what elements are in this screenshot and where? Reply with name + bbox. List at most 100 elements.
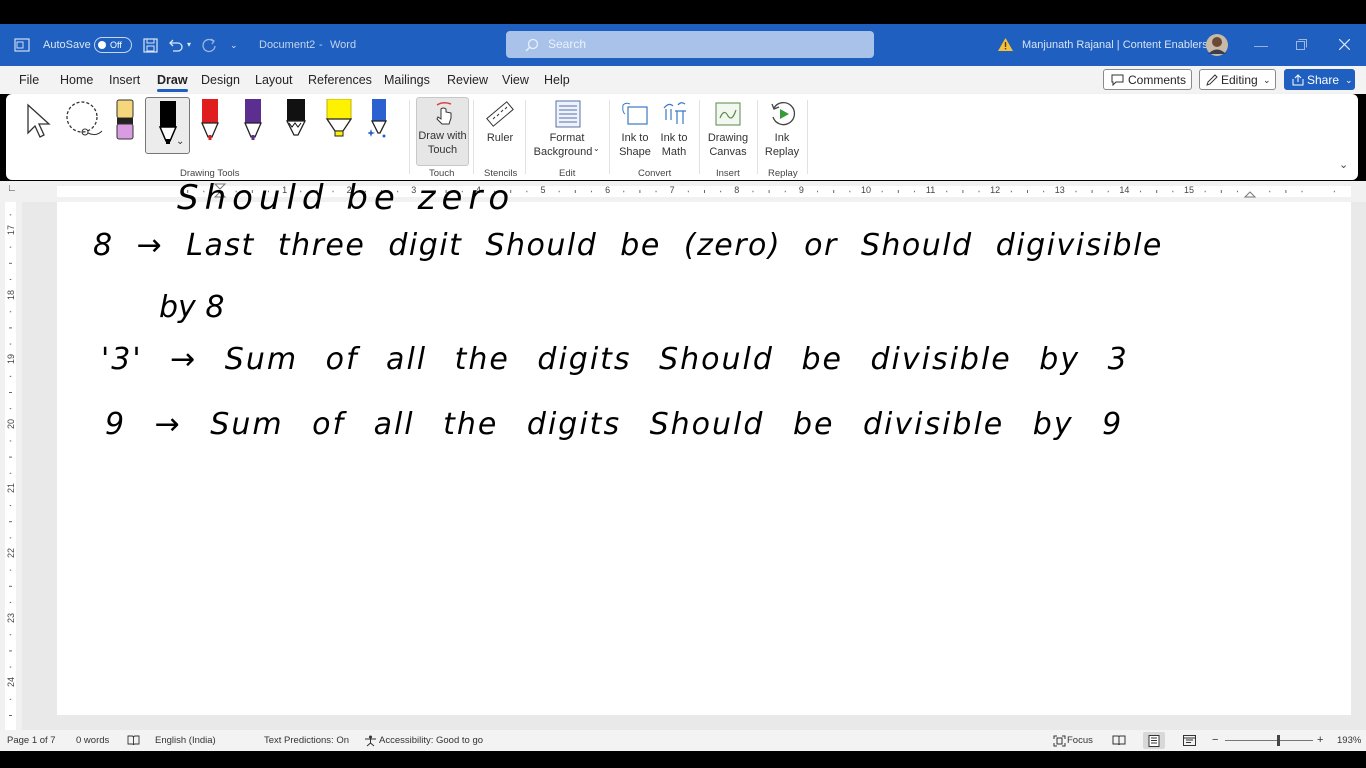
web-layout-icon[interactable]: [1183, 735, 1197, 747]
group-label-convert: Convert: [638, 168, 672, 179]
tab-help[interactable]: Help: [544, 66, 570, 94]
ruler-number: 11: [925, 185, 936, 195]
format-background-button[interactable]: Format Background ⌄: [531, 97, 603, 164]
undo-dropdown-icon[interactable]: ▾: [187, 24, 191, 66]
close-button[interactable]: [1339, 39, 1350, 50]
format-background-label-line1: Format: [549, 132, 585, 144]
vertical-ruler-number: 23: [6, 612, 16, 623]
yellow-highlighter-icon[interactable]: [324, 99, 354, 141]
tab-file[interactable]: File: [19, 66, 39, 94]
collapse-ribbon-icon[interactable]: ⌄: [1339, 158, 1348, 171]
customize-toolbar-icon[interactable]: ⌄: [230, 24, 238, 66]
tab-view[interactable]: View: [502, 66, 529, 94]
red-pen-icon[interactable]: [200, 99, 220, 141]
tab-references[interactable]: References: [308, 66, 372, 94]
share-button[interactable]: Share ⌄: [1284, 69, 1355, 90]
group-divider: [409, 100, 410, 174]
drawing-canvas-button[interactable]: Drawing Canvas: [705, 97, 751, 164]
search-icon: [525, 38, 539, 52]
ribbon: ⌄ Drawing Tools Draw with Touch Touch Ru…: [6, 94, 1358, 180]
share-icon: [1292, 74, 1304, 86]
zoom-in-button[interactable]: +: [1317, 730, 1323, 751]
zoom-slider[interactable]: [1225, 740, 1313, 741]
pen-black-selected[interactable]: ⌄: [145, 97, 190, 154]
ink-line-4[interactable]: 9 → Sum of all the digits Should be divi…: [105, 407, 1123, 442]
accessibility-status[interactable]: Accessibility: Good to go: [379, 730, 483, 751]
search-box[interactable]: Search: [506, 31, 874, 58]
pencil-icon: [1206, 74, 1218, 86]
ruler-number: 14: [1119, 185, 1130, 195]
ink-replay-icon: [771, 101, 796, 126]
tab-home[interactable]: Home: [60, 66, 93, 94]
ruler-number: 13: [1054, 185, 1065, 195]
pen-options-chevron-icon[interactable]: ⌄: [176, 136, 184, 147]
editing-mode-button[interactable]: Editing ⌄: [1199, 69, 1276, 90]
zoom-out-button[interactable]: −: [1212, 730, 1218, 751]
read-mode-icon[interactable]: [1112, 735, 1126, 746]
avatar[interactable]: [1205, 33, 1229, 57]
ink-replay-button[interactable]: Ink Replay: [762, 97, 802, 164]
vertical-ruler-number: 19: [6, 354, 16, 365]
select-cursor-icon[interactable]: [25, 103, 53, 139]
ruler-number: 10: [860, 185, 871, 195]
tab-selector-icon[interactable]: ∟: [7, 183, 17, 194]
status-bar: Page 1 of 7 0 words English (India) Text…: [0, 730, 1366, 751]
comments-label: Comments: [1128, 73, 1187, 87]
ink-line-0[interactable]: Should be zero: [177, 178, 515, 218]
proofing-book-icon[interactable]: [127, 735, 140, 746]
galaxy-pen-icon[interactable]: [368, 99, 390, 141]
chevron-down-icon: ⌄: [1263, 75, 1271, 85]
tab-draw[interactable]: Draw: [157, 66, 188, 94]
vertical-ruler-scale: [5, 202, 16, 730]
ink-line-1[interactable]: 8 → Last three digit Should be (zero) or…: [93, 228, 1163, 263]
zoom-slider-thumb[interactable]: [1277, 735, 1280, 746]
group-divider: [525, 100, 526, 174]
ink-to-math-icon: [663, 102, 686, 124]
autosave-toggle[interactable]: Off: [94, 37, 132, 53]
restore-button[interactable]: [1296, 39, 1307, 50]
touch-hand-icon: [436, 101, 452, 125]
app-window-icon: [14, 38, 30, 52]
document-page[interactable]: Should be zero 8 → Last three digit Shou…: [57, 178, 1351, 715]
accessibility-icon: [365, 735, 376, 747]
word-count[interactable]: 0 words: [76, 730, 109, 751]
ink-line-3[interactable]: '3' → Sum of all the digits Should be di…: [101, 342, 1129, 377]
tab-mailings[interactable]: Mailings: [384, 66, 430, 94]
user-name[interactable]: Manjunath Rajanal | Content Enablers: [1022, 24, 1208, 66]
undo-icon[interactable]: [167, 37, 183, 53]
drawing-canvas-icon: [715, 102, 741, 126]
language[interactable]: English (India): [155, 730, 216, 751]
ink-to-shape-icon: [622, 102, 648, 125]
focus-mode-button[interactable]: Focus: [1067, 730, 1093, 751]
page-count[interactable]: Page 1 of 7: [7, 730, 56, 751]
tab-insert[interactable]: Insert: [109, 66, 140, 94]
comments-button[interactable]: Comments: [1103, 69, 1192, 90]
warning-icon[interactable]: [997, 37, 1014, 52]
lasso-select-icon[interactable]: [64, 101, 104, 139]
format-background-icon: [555, 100, 581, 128]
tab-review[interactable]: Review: [447, 66, 488, 94]
black-pen-icon[interactable]: [285, 99, 307, 141]
eraser-icon[interactable]: [115, 99, 135, 141]
save-icon[interactable]: [143, 38, 158, 53]
ink-to-math-button[interactable]: Ink to Math: [655, 97, 693, 164]
purple-pen-icon[interactable]: [243, 99, 263, 141]
vertical-ruler[interactable]: 17 18 19 20 21 22 23 24: [0, 202, 22, 730]
tab-layout[interactable]: Layout: [255, 66, 293, 94]
ruler-button[interactable]: Ruler: [480, 97, 520, 164]
vertical-ruler-number: 21: [6, 483, 16, 494]
chevron-down-icon: ⌄: [1345, 75, 1353, 85]
redo-icon[interactable]: [201, 37, 217, 53]
ink-to-math-label-line1: Ink to: [660, 132, 688, 144]
vertical-ruler-number: 17: [6, 225, 16, 236]
draw-with-touch-button[interactable]: Draw with Touch: [416, 97, 469, 166]
print-layout-button[interactable]: [1143, 732, 1165, 749]
zoom-level[interactable]: 193%: [1337, 730, 1361, 751]
ink-to-shape-button[interactable]: Ink to Shape: [615, 97, 655, 164]
tab-design[interactable]: Design: [201, 66, 240, 94]
group-label-edit: Edit: [559, 168, 576, 179]
text-predictions[interactable]: Text Predictions: On: [264, 730, 349, 751]
ink-line-2[interactable]: by 8: [159, 290, 224, 325]
draw-with-touch-label-line1: Draw with: [418, 130, 467, 142]
minimize-button[interactable]: —: [1254, 24, 1268, 66]
